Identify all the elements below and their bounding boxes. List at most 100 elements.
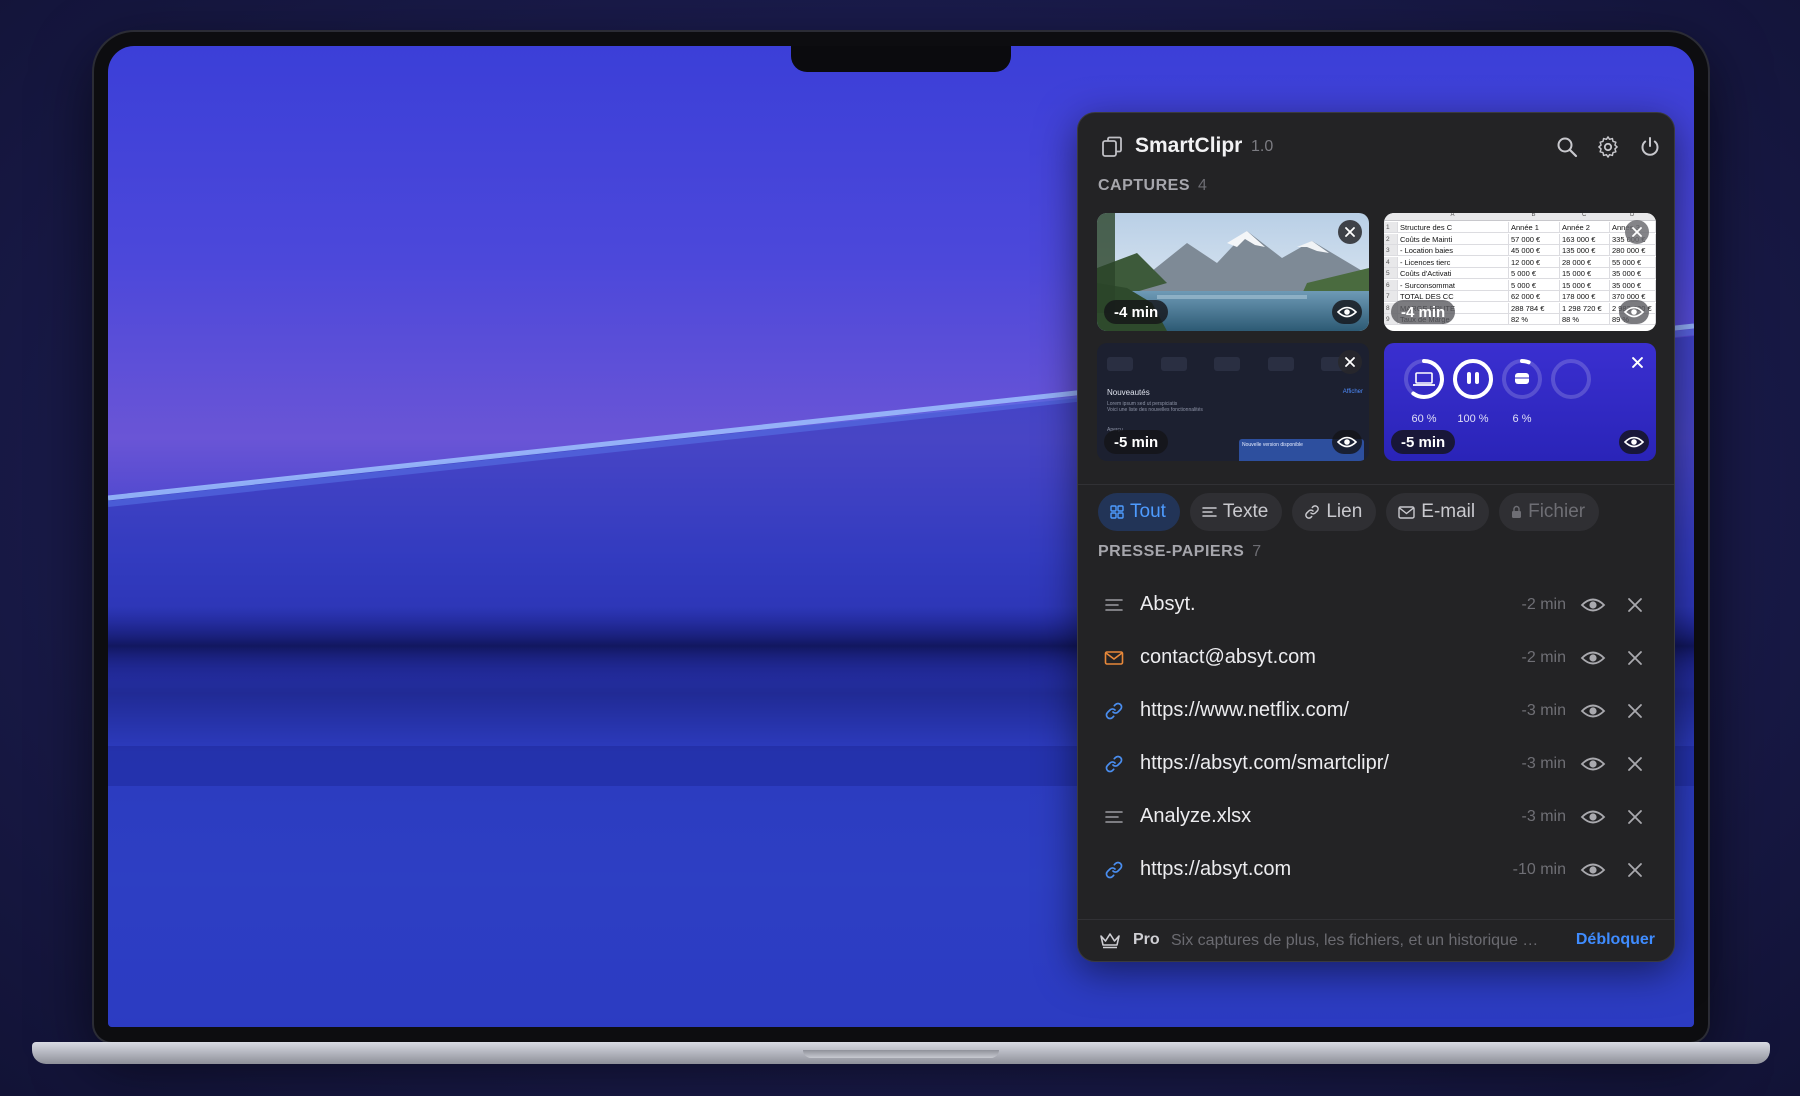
- clipboard-title: PRESSE-PAPIERS: [1098, 543, 1245, 560]
- pro-label: Pro: [1133, 931, 1160, 948]
- eye-icon[interactable]: [1580, 594, 1606, 616]
- capture-card-app-screenshot[interactable]: Nouveautés Afficher Lorem ipsum sed ut p…: [1097, 343, 1369, 461]
- sheet-row-number: 7: [1384, 291, 1398, 302]
- smartclipr-panel: SmartClipr 1.0 CAPTURES 4 -4 min A B C D…: [1077, 112, 1675, 962]
- case-icon: [1515, 373, 1529, 384]
- clipboard-row-time: -3 min: [1521, 808, 1566, 825]
- quit-button[interactable]: [1636, 133, 1664, 161]
- capture-close-button[interactable]: [1625, 220, 1649, 244]
- capture-close-button[interactable]: [1625, 350, 1649, 374]
- battery-level-ring: [1453, 359, 1493, 399]
- sheet-cell: 288 784 €: [1509, 302, 1560, 314]
- capture-preview-button[interactable]: [1619, 430, 1649, 454]
- clipboard-row-text: https://absyt.com/smartclipr/: [1140, 752, 1389, 774]
- sheet-cell: 15 000 €: [1560, 268, 1610, 279]
- filter-lien[interactable]: Lien: [1292, 493, 1377, 531]
- clipboard-row[interactable]: contact@absyt.com -2 min: [1078, 632, 1674, 685]
- clipboard-row[interactable]: https://absyt.com -10 min: [1078, 844, 1674, 897]
- sheet-cell: 5 000 €: [1509, 268, 1560, 279]
- close-icon[interactable]: [1624, 594, 1646, 616]
- clipboard-row-time: -3 min: [1521, 702, 1566, 719]
- clipboard-row-time: -3 min: [1521, 755, 1566, 772]
- close-icon[interactable]: [1624, 647, 1646, 669]
- filter-label: Tout: [1130, 501, 1166, 522]
- sheet-cell: - Surconsommat: [1398, 279, 1509, 291]
- sheet-cell: - Location baies: [1398, 245, 1509, 256]
- link-icon: [1105, 755, 1123, 773]
- clipboard-row[interactable]: Absyt. -2 min: [1078, 579, 1674, 632]
- close-icon[interactable]: [1624, 859, 1646, 881]
- capture-close-button[interactable]: [1338, 350, 1362, 374]
- sheet-cell: Structure des C: [1398, 222, 1509, 233]
- eye-icon: [1624, 436, 1644, 448]
- eye-icon: [1337, 436, 1357, 448]
- capture-time: -4 min: [1391, 300, 1456, 324]
- eye-icon[interactable]: [1580, 700, 1606, 722]
- sheet-cell: 135 000 €: [1560, 245, 1610, 256]
- filter-email[interactable]: E-mail: [1386, 493, 1490, 531]
- app-line-2: Voici une liste des nouvelles fonctionna…: [1107, 407, 1203, 413]
- sheet-cell: 28 000 €: [1560, 256, 1610, 268]
- sheet-cell: 163 000 €: [1560, 233, 1610, 245]
- eye-icon[interactable]: [1580, 753, 1606, 775]
- capture-card-landscape[interactable]: -4 min: [1097, 213, 1369, 331]
- eye-icon[interactable]: [1580, 859, 1606, 881]
- clipboard-row-time: -2 min: [1521, 649, 1566, 666]
- capture-preview-button[interactable]: [1619, 300, 1649, 324]
- close-icon[interactable]: [1624, 806, 1646, 828]
- capture-preview-button[interactable]: [1332, 430, 1362, 454]
- sheet-cell: 178 000 €: [1560, 291, 1610, 302]
- capture-close-button[interactable]: [1338, 220, 1362, 244]
- capture-time: -5 min: [1391, 430, 1456, 454]
- crown-icon: [1100, 933, 1120, 949]
- clipboard-row[interactable]: https://www.netflix.com/ -3 min: [1078, 685, 1674, 738]
- sheet-cell: Année 1: [1509, 222, 1560, 233]
- search-icon: [1557, 137, 1578, 158]
- filter-fichier[interactable]: Fichier: [1499, 493, 1600, 531]
- sheet-cell: Année 2: [1560, 222, 1610, 233]
- clipboard-section-title: PRESSE-PAPIERS 7: [1098, 543, 1262, 561]
- grid-icon: [1110, 505, 1124, 519]
- close-icon[interactable]: [1624, 753, 1646, 775]
- clipboard-row-text: https://www.netflix.com/: [1140, 699, 1349, 721]
- sheet-cell: 280 000 €: [1610, 245, 1656, 256]
- pro-description: Six captures de plus, les fichiers, et u…: [1171, 932, 1541, 949]
- clipboard-row[interactable]: Analyze.xlsx -3 min: [1078, 791, 1674, 844]
- app-section-title: Nouveautés: [1107, 388, 1150, 397]
- sheet-cell: Coûts de Mainti: [1398, 233, 1509, 245]
- sheet-cell: 88 %: [1560, 314, 1610, 325]
- clipboard-row-time: -10 min: [1512, 861, 1566, 878]
- close-icon[interactable]: [1624, 700, 1646, 722]
- capture-time: -4 min: [1104, 300, 1169, 324]
- clipboard-row-text: Analyze.xlsx: [1140, 805, 1252, 827]
- text-lines-icon: [1202, 507, 1217, 517]
- clipboard-stack-icon: [1102, 136, 1122, 157]
- eye-icon[interactable]: [1580, 806, 1606, 828]
- filter-label: E-mail: [1421, 501, 1476, 522]
- settings-button[interactable]: [1594, 133, 1622, 161]
- clipboard-row[interactable]: https://absyt.com/smartclipr/ -3 min: [1078, 738, 1674, 791]
- close-icon: [1632, 227, 1642, 237]
- filter-texte[interactable]: Texte: [1189, 493, 1283, 531]
- section-divider: [1078, 484, 1674, 485]
- laptop-icon: [1413, 372, 1435, 386]
- sheet-header-row: A B C D: [1384, 213, 1656, 221]
- sheet-row-number: 6: [1384, 279, 1398, 291]
- clipboard-row-time: -2 min: [1521, 596, 1566, 613]
- capture-card-spreadsheet[interactable]: A B C D 1 Structure des C Année 1 Année 2 Année …: [1384, 213, 1656, 331]
- capture-card-battery-widget[interactable]: 60 % 100 % 6 % -5 min: [1384, 343, 1656, 461]
- eye-icon[interactable]: [1580, 647, 1606, 669]
- captures-section-title: CAPTURES 4: [1098, 177, 1207, 195]
- close-icon: [1345, 227, 1355, 237]
- sheet-column-header: D: [1630, 213, 1635, 218]
- sheet-row-number: 3: [1384, 245, 1398, 256]
- sheet-cell: 82 %: [1509, 314, 1560, 325]
- unlock-button[interactable]: Débloquer: [1576, 931, 1655, 949]
- filter-label: Texte: [1222, 501, 1269, 522]
- search-button[interactable]: [1553, 133, 1581, 161]
- filter-tout[interactable]: Tout: [1098, 493, 1180, 531]
- capture-preview-button[interactable]: [1332, 300, 1362, 324]
- pro-footer: Pro Six captures de plus, les fichiers, …: [1078, 919, 1674, 961]
- sheet-cell: 15 000 €: [1560, 279, 1610, 291]
- lock-icon: [1512, 505, 1522, 518]
